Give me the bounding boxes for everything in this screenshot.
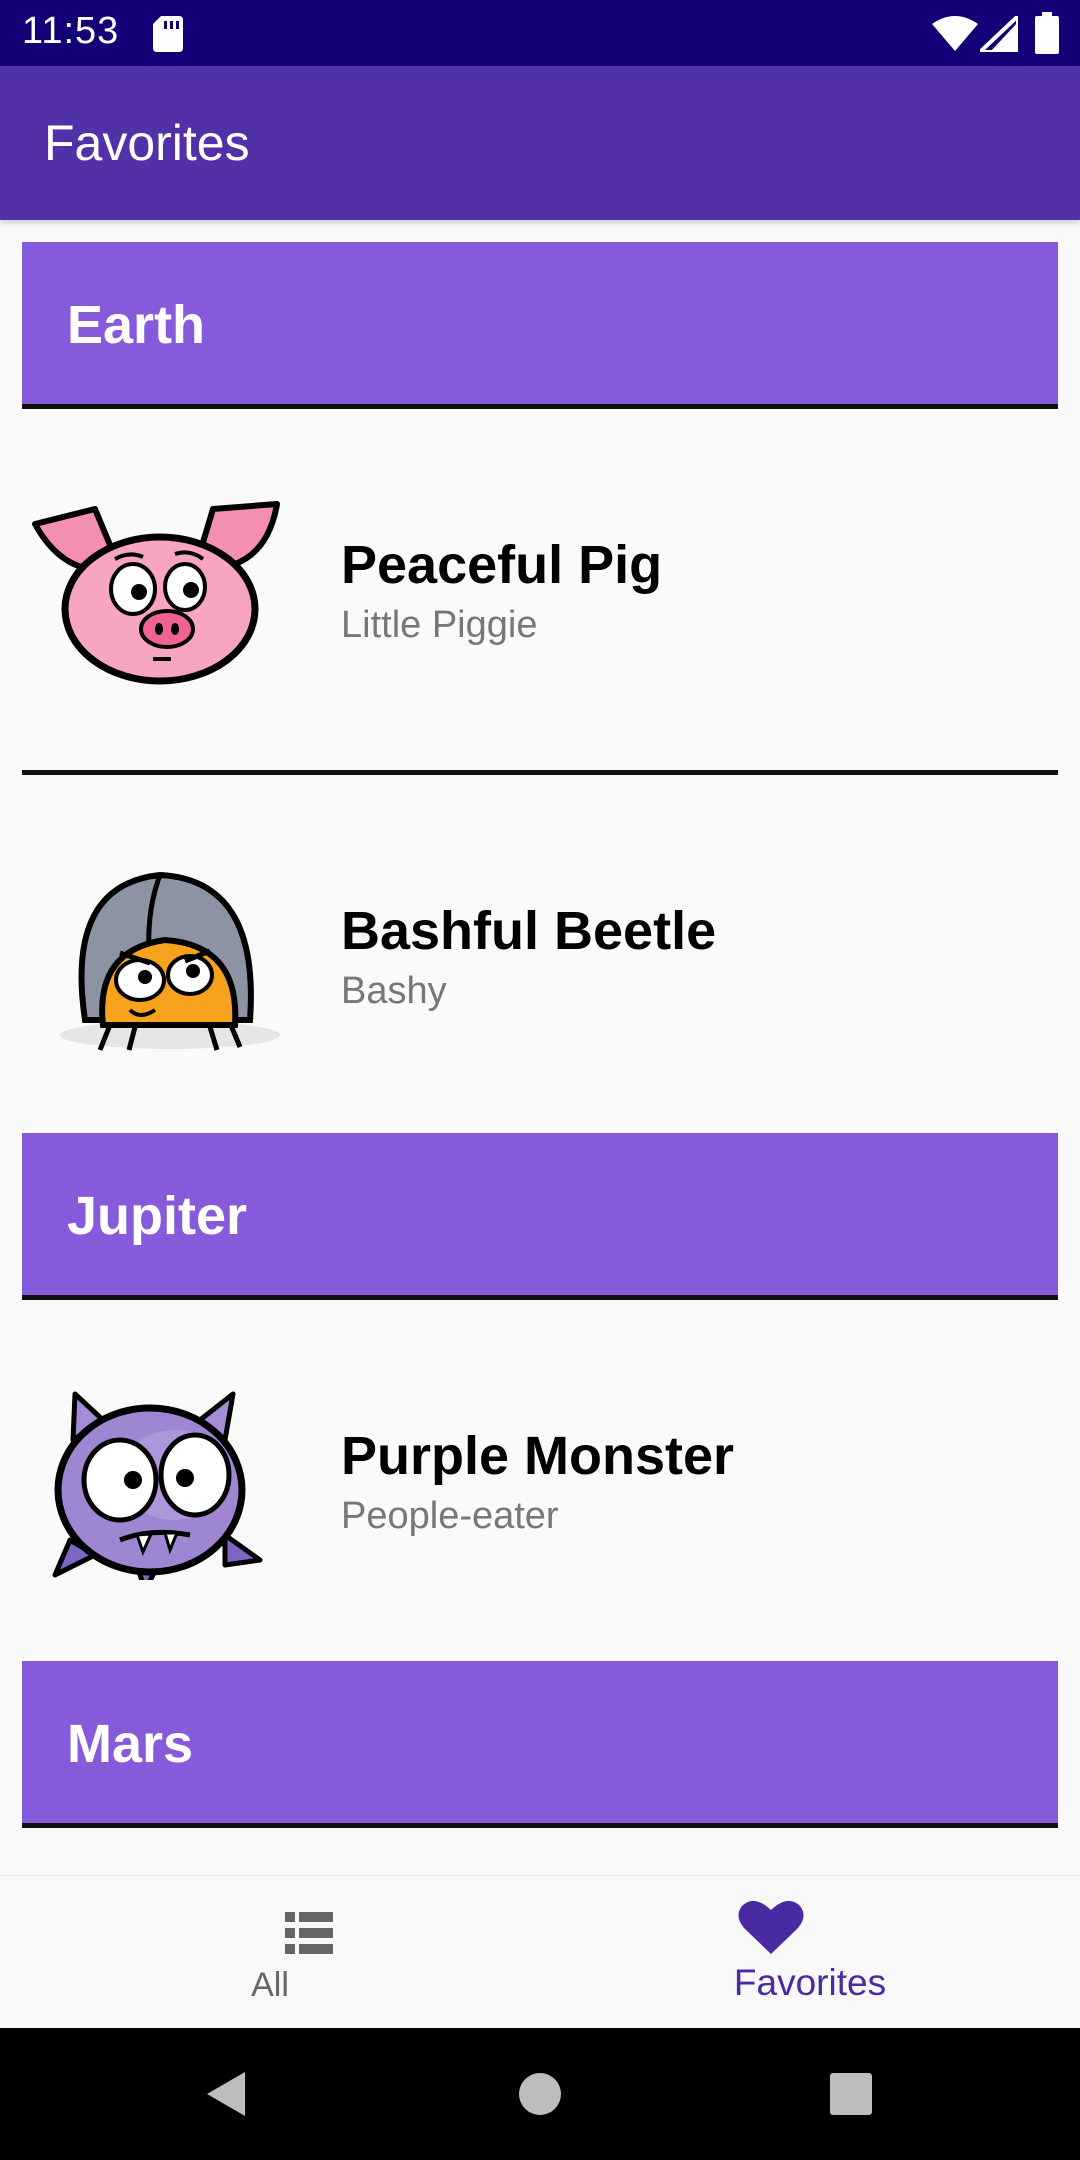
app-bar: Favorites bbox=[0, 66, 1080, 220]
tab-label: All bbox=[251, 1966, 289, 2004]
list-item[interactable]: Bashful Beetle Bashy bbox=[0, 775, 1080, 1130]
cell-signal-icon bbox=[980, 16, 1018, 52]
back-icon[interactable] bbox=[205, 2070, 247, 2118]
item-nickname: People-eater bbox=[341, 1495, 559, 1537]
wifi-icon bbox=[932, 16, 978, 51]
tab-all[interactable]: All bbox=[0, 1876, 540, 2029]
section-title: Mars bbox=[67, 1714, 194, 1774]
battery-icon bbox=[1035, 12, 1059, 54]
section-title: Earth bbox=[67, 295, 206, 355]
page-title: Favorites bbox=[44, 115, 250, 171]
list-item[interactable]: Purple Monster People-eater bbox=[0, 1300, 1080, 1655]
sd-card-icon bbox=[153, 16, 183, 52]
beetle-avatar bbox=[60, 871, 280, 1051]
recents-icon[interactable] bbox=[829, 2072, 873, 2116]
section-header-jupiter: Jupiter bbox=[22, 1133, 1058, 1300]
list-icon bbox=[285, 1912, 333, 1954]
section-header-mars: Mars bbox=[22, 1661, 1058, 1828]
section-title: Jupiter bbox=[67, 1186, 248, 1246]
item-nickname: Little Piggie bbox=[341, 604, 538, 646]
home-icon[interactable] bbox=[518, 2072, 562, 2116]
pig-avatar bbox=[32, 501, 280, 685]
system-navigation-bar bbox=[0, 2028, 1080, 2160]
item-name: Bashful Beetle bbox=[341, 901, 717, 961]
tab-label: Favorites bbox=[733, 1962, 887, 2003]
item-nickname: Bashy bbox=[341, 970, 447, 1012]
section-header-earth: Earth bbox=[22, 242, 1058, 409]
status-time: 11:53 bbox=[22, 10, 120, 52]
monster-avatar bbox=[52, 1391, 263, 1580]
bottom-navigation: All Favorites bbox=[0, 1875, 1080, 2029]
tab-favorites[interactable]: Favorites bbox=[540, 1876, 1080, 2029]
status-bar: 11:53 bbox=[0, 0, 1080, 66]
item-name: Purple Monster bbox=[341, 1426, 735, 1486]
heart-icon bbox=[738, 1900, 804, 1954]
list-item[interactable]: Peaceful Pig Little Piggie bbox=[0, 409, 1080, 764]
favorites-list[interactable]: Earth Peaceful Pig Little Piggie Bashful… bbox=[0, 220, 1080, 1875]
item-name: Peaceful Pig bbox=[341, 535, 663, 595]
